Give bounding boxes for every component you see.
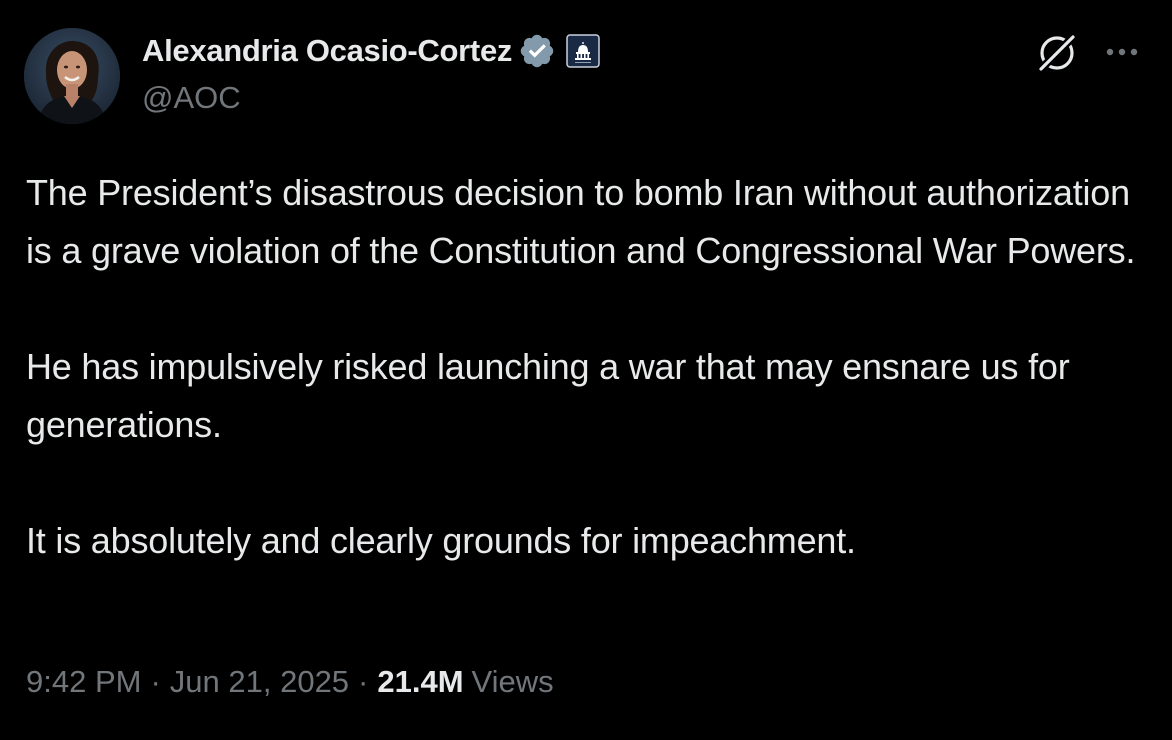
- author-name-row: Alexandria Ocasio-Cortez: [142, 30, 600, 72]
- tweet-paragraph: The President’s disastrous decision to b…: [26, 172, 1136, 271]
- tweet-time[interactable]: 9:42 PM: [26, 664, 141, 700]
- grok-icon[interactable]: [1034, 30, 1080, 76]
- more-horizontal-icon[interactable]: [1100, 34, 1144, 70]
- tweet-date[interactable]: Jun 21, 2025: [170, 664, 349, 700]
- tweet-text: The President’s disastrous decision to b…: [26, 164, 1146, 570]
- meta-separator: ·: [358, 664, 369, 699]
- capitol-icon[interactable]: [566, 34, 600, 68]
- meta-separator: ·: [150, 664, 161, 699]
- author-display-name[interactable]: Alexandria Ocasio-Cortez: [142, 33, 512, 69]
- verified-badge-icon[interactable]: [518, 32, 556, 70]
- author-handle[interactable]: @AOC: [142, 80, 241, 116]
- tweet-paragraph: It is absolutely and clearly grounds for…: [26, 520, 856, 561]
- tweet-meta: 9:42 PM · Jun 21, 2025 · 21.4M Views: [26, 664, 554, 700]
- avatar[interactable]: [24, 28, 120, 124]
- tweet: Alexandria Ocasio-Cortez @AOC The Presid…: [0, 0, 1172, 740]
- avatar-image: [24, 28, 120, 124]
- views-label[interactable]: Views: [472, 664, 554, 700]
- views-count[interactable]: 21.4M: [377, 664, 463, 700]
- tweet-paragraph: He has impulsively risked launching a wa…: [26, 346, 1070, 445]
